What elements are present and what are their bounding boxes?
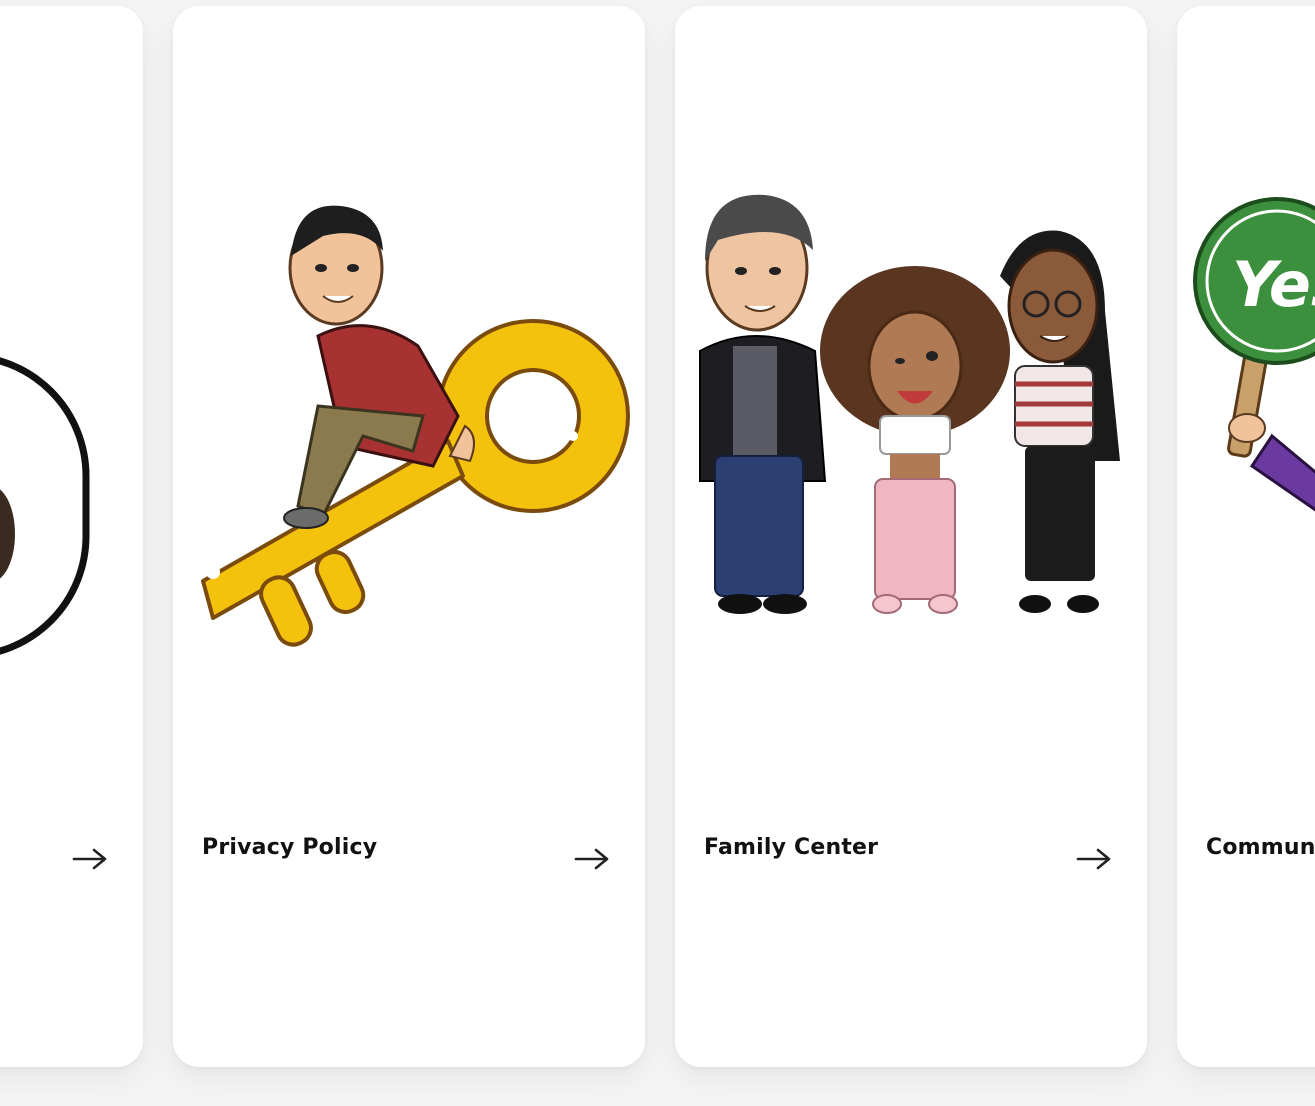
card-partial-right[interactable]: Yes Commun <box>1177 6 1315 1067</box>
card-title: Privacy Policy <box>202 835 378 860</box>
card-illustration <box>173 6 645 766</box>
arrow-right-icon[interactable] <box>1075 838 1113 880</box>
card-partial-left[interactable] <box>0 6 143 1067</box>
card-privacy-policy[interactable]: Privacy Policy <box>173 6 645 1067</box>
card-title: Commun <box>1206 835 1315 860</box>
card-title: Family Center <box>704 835 879 860</box>
carousel: Privacy Policy Family Center Ye Commun <box>0 0 1315 1106</box>
bitmoji-frame-illustration <box>0 357 90 655</box>
card-illustration: Yes <box>1177 6 1315 766</box>
bitmoji-on-key-illustration <box>201 205 630 647</box>
card-illustration <box>675 6 1147 766</box>
card-family-center[interactable]: Family Center <box>675 6 1147 1067</box>
arrow-right-icon[interactable] <box>573 838 611 880</box>
bitmoji-family-illustration <box>699 194 1120 614</box>
bitmoji-yes-sign-illustration: Yes <box>1193 197 1315 512</box>
card-illustration <box>0 6 143 766</box>
svg-text:Yes: Yes <box>1232 248 1315 321</box>
arrow-right-icon[interactable] <box>71 838 109 880</box>
